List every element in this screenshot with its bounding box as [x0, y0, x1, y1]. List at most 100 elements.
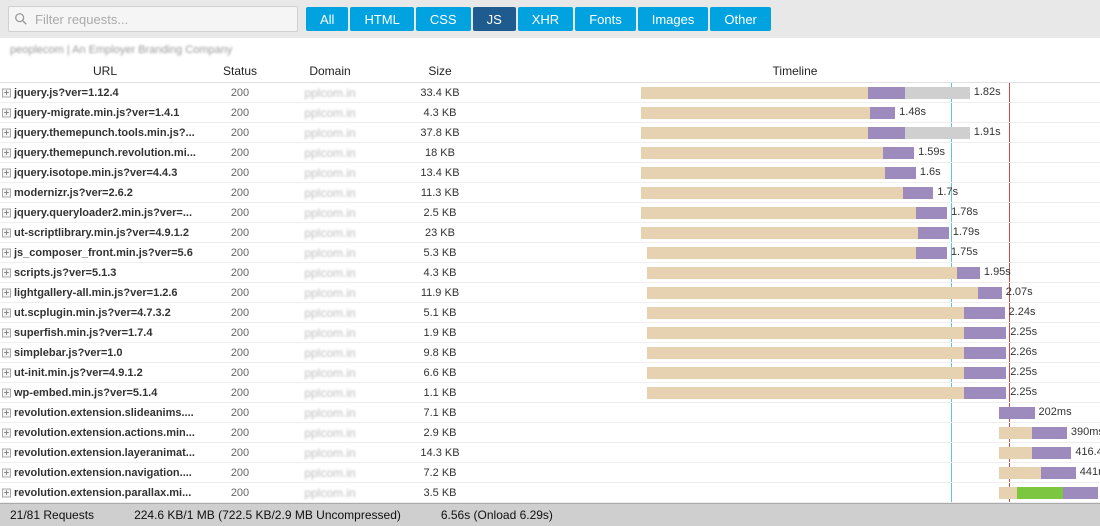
filter-tab-css[interactable]: CSS: [416, 7, 471, 31]
table-row[interactable]: +wp-embed.min.js?ver=5.1.4200pplcom.in1.…: [0, 383, 1100, 403]
cell-url: +superfish.min.js?ver=1.7.4: [0, 323, 210, 343]
table-row[interactable]: +ut.scplugin.min.js?ver=4.7.3.2200pplcom…: [0, 303, 1100, 323]
table-row[interactable]: +ut-init.min.js?ver=4.9.1.2200pplcom.in6…: [0, 363, 1100, 383]
expand-icon[interactable]: +: [2, 328, 11, 337]
timeline-bar-recv: [885, 167, 916, 179]
cell-timeline: 1.6s: [490, 163, 1100, 182]
table-row[interactable]: +modernizr.js?ver=2.6.2200pplcom.in11.3 …: [0, 183, 1100, 203]
table-row[interactable]: +scripts.js?ver=5.1.3200pplcom.in4.3 KB1…: [0, 263, 1100, 283]
timeline-bar-recv: [957, 267, 980, 279]
search-icon: [14, 12, 28, 26]
table-row[interactable]: +revolution.extension.parallax.mi...200p…: [0, 483, 1100, 503]
timeline-bar-recv: [970, 367, 1006, 379]
timeline-bar-wait: [999, 447, 1031, 459]
col-header-size[interactable]: Size: [390, 60, 490, 82]
cell-timeline: 1.59s: [490, 143, 1100, 162]
table-row[interactable]: +jquery.themepunch.revolution.mi...200pp…: [0, 143, 1100, 163]
timeline-bar-recv: [970, 327, 1006, 339]
table-row[interactable]: +revolution.extension.navigation....200p…: [0, 463, 1100, 483]
table-row[interactable]: +lightgallery-all.min.js?ver=1.2.6200ppl…: [0, 283, 1100, 303]
filter-tab-all[interactable]: All: [306, 7, 348, 31]
col-header-url[interactable]: URL: [0, 60, 210, 82]
timeline-bar-recv: [978, 287, 1002, 299]
col-header-domain[interactable]: Domain: [270, 60, 390, 82]
timeline-bar-wait: [999, 467, 1040, 479]
table-row[interactable]: +revolution.extension.actions.min...200p…: [0, 423, 1100, 443]
cell-size: 7.1 KB: [390, 403, 490, 423]
cell-status: 200: [210, 243, 270, 263]
filter-tabs: AllHTMLCSSJSXHRFontsImagesOther: [306, 7, 771, 31]
cell-url: +modernizr.js?ver=2.6.2: [0, 183, 210, 203]
timing-label: 1.59s: [918, 146, 945, 158]
table-row[interactable]: +revolution.extension.layeranimat...200p…: [0, 443, 1100, 463]
expand-icon[interactable]: +: [2, 388, 11, 397]
table-row[interactable]: +jquery.themepunch.tools.min.js?...200pp…: [0, 123, 1100, 143]
cell-timeline: 576.8ms: [490, 483, 1100, 502]
filter-tab-xhr[interactable]: XHR: [518, 7, 573, 31]
filter-tab-other[interactable]: Other: [710, 7, 771, 31]
table-row[interactable]: +ut-scriptlibrary.min.js?ver=4.9.1.2200p…: [0, 223, 1100, 243]
table-row[interactable]: +superfish.min.js?ver=1.7.4200pplcom.in1…: [0, 323, 1100, 343]
cell-domain: pplcom.in: [270, 182, 390, 204]
expand-icon[interactable]: +: [2, 128, 11, 137]
timing-label: 1.7s: [937, 186, 958, 198]
cell-domain: pplcom.in: [270, 342, 390, 364]
expand-icon[interactable]: +: [2, 488, 11, 497]
filter-tab-js[interactable]: JS: [473, 7, 516, 31]
expand-icon[interactable]: +: [2, 268, 11, 277]
table-row[interactable]: +jquery.js?ver=1.12.4200pplcom.in33.4 KB…: [0, 83, 1100, 103]
timing-label: 1.75s: [951, 246, 978, 258]
timing-label: 1.6s: [920, 166, 941, 178]
table-row[interactable]: +jquery.isotope.min.js?ver=4.4.3200pplco…: [0, 163, 1100, 183]
expand-icon[interactable]: +: [2, 108, 11, 117]
cell-timeline: 441ms: [490, 463, 1100, 482]
timeline-bar-wait: [641, 107, 870, 119]
cell-timeline: 416.4ms: [490, 443, 1100, 462]
filter-input[interactable]: [8, 6, 298, 32]
timeline-bar-conn: [905, 87, 970, 99]
expand-icon[interactable]: +: [2, 448, 11, 457]
expand-icon[interactable]: +: [2, 168, 11, 177]
table-row[interactable]: +simplebar.js?ver=1.0200pplcom.in9.8 KB2…: [0, 343, 1100, 363]
cell-status: 200: [210, 123, 270, 143]
expand-icon[interactable]: +: [2, 428, 11, 437]
timeline-bar-wait: [647, 347, 965, 359]
expand-icon[interactable]: +: [2, 88, 11, 97]
expand-icon[interactable]: +: [2, 468, 11, 477]
cell-timeline: 2.25s: [490, 323, 1100, 342]
filter-tab-fonts[interactable]: Fonts: [575, 7, 636, 31]
col-header-timeline[interactable]: Timeline: [490, 60, 1100, 82]
table-row[interactable]: +jquery-migrate.min.js?ver=1.4.1200pplco…: [0, 103, 1100, 123]
table-row[interactable]: +js_composer_front.min.js?ver=5.6200pplc…: [0, 243, 1100, 263]
cell-timeline: 1.7s: [490, 183, 1100, 202]
col-header-status[interactable]: Status: [210, 60, 270, 82]
table-row[interactable]: +jquery.queryloader2.min.js?ver=...200pp…: [0, 203, 1100, 223]
cell-size: 13.4 KB: [390, 163, 490, 183]
filter-tab-html[interactable]: HTML: [350, 7, 413, 31]
timeline-bar-wait: [641, 127, 868, 139]
expand-icon[interactable]: +: [2, 308, 11, 317]
timeline-bar-recv: [916, 207, 947, 219]
expand-icon[interactable]: +: [2, 408, 11, 417]
timeline-bar-wait: [641, 87, 868, 99]
footer-transfer: 224.6 KB/1 MB (722.5 KB/2.9 MB Uncompres…: [134, 508, 401, 522]
expand-icon[interactable]: +: [2, 348, 11, 357]
timeline-bar-recv: [883, 147, 914, 159]
cell-timeline: 1.95s: [490, 263, 1100, 282]
expand-icon[interactable]: +: [2, 248, 11, 257]
cell-domain: pplcom.in: [270, 442, 390, 464]
expand-icon[interactable]: +: [2, 148, 11, 157]
table-row[interactable]: +revolution.extension.slideanims....200p…: [0, 403, 1100, 423]
cell-status: 200: [210, 263, 270, 283]
timeline-bar-wait: [647, 367, 965, 379]
timeline-bar-recv: [970, 387, 1006, 399]
expand-icon[interactable]: +: [2, 368, 11, 377]
expand-icon[interactable]: +: [2, 188, 11, 197]
expand-icon[interactable]: +: [2, 228, 11, 237]
expand-icon[interactable]: +: [2, 208, 11, 217]
timeline-bar-wait: [647, 287, 978, 299]
expand-icon[interactable]: +: [2, 288, 11, 297]
timeline-bar-recv: [903, 187, 934, 199]
filter-tab-images[interactable]: Images: [638, 7, 709, 31]
timeline-bar-recv: [999, 407, 1034, 419]
